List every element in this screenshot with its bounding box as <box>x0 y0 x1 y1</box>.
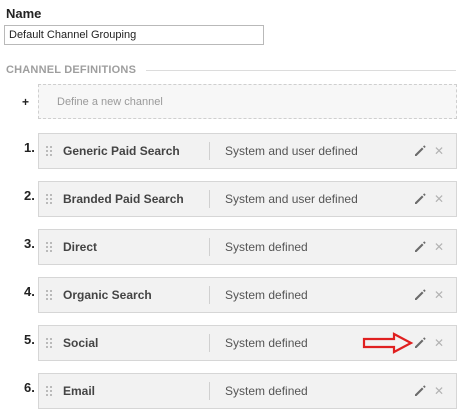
plus-icon: + <box>22 95 30 109</box>
column-divider <box>209 334 210 352</box>
pencil-icon[interactable] <box>413 336 427 350</box>
channel-number: 6. <box>24 380 35 395</box>
channel-name: Social <box>63 336 99 350</box>
column-divider <box>209 286 210 304</box>
column-divider <box>209 190 210 208</box>
close-icon[interactable]: ✕ <box>433 336 445 350</box>
close-icon[interactable]: ✕ <box>433 192 445 206</box>
channel-name: Email <box>63 384 96 398</box>
drag-handle-icon[interactable] <box>45 241 53 253</box>
close-icon[interactable]: ✕ <box>433 384 445 398</box>
drag-handle-icon[interactable] <box>45 145 53 157</box>
section-divider <box>146 69 456 71</box>
channel-number: 4. <box>24 284 35 299</box>
drag-handle-icon[interactable] <box>45 385 53 397</box>
define-new-channel-button[interactable]: Define a new channel <box>38 84 457 119</box>
name-label: Name <box>6 6 42 21</box>
pencil-icon[interactable] <box>413 240 427 254</box>
pencil-icon[interactable] <box>413 288 427 302</box>
close-icon[interactable]: ✕ <box>433 240 445 254</box>
channel-type: System defined <box>225 240 308 254</box>
channel-definitions-header: CHANNEL DEFINITIONS <box>6 64 456 76</box>
column-divider <box>209 382 210 400</box>
channel-type: System and user defined <box>225 144 358 158</box>
channel-item[interactable]: Organic Search System defined ✕ <box>38 277 457 313</box>
pencil-icon[interactable] <box>413 384 427 398</box>
channel-item[interactable]: Direct System defined ✕ <box>38 229 457 265</box>
drag-handle-icon[interactable] <box>45 337 53 349</box>
channel-row: 6. Email System defined ✕ <box>0 373 463 409</box>
channel-name: Direct <box>63 240 98 254</box>
channel-name: Generic Paid Search <box>63 144 180 158</box>
channel-type: System defined <box>225 384 308 398</box>
channel-row: 1. Generic Paid Search System and user d… <box>0 133 463 169</box>
channel-item[interactable]: Branded Paid Search System and user defi… <box>38 181 457 217</box>
column-divider <box>209 142 210 160</box>
name-field[interactable] <box>4 25 264 45</box>
channel-type: System and user defined <box>225 192 358 206</box>
channel-row: 4. Organic Search System defined ✕ <box>0 277 463 313</box>
drag-handle-icon[interactable] <box>45 289 53 301</box>
channel-row: 3. Direct System defined ✕ <box>0 229 463 265</box>
section-title: CHANNEL DEFINITIONS <box>6 64 137 76</box>
pencil-icon[interactable] <box>413 144 427 158</box>
close-icon[interactable]: ✕ <box>433 288 445 302</box>
channel-item[interactable]: Email System defined ✕ <box>38 373 457 409</box>
channel-name: Branded Paid Search <box>63 192 184 206</box>
channel-type: System defined <box>225 288 308 302</box>
channel-number: 1. <box>24 140 35 155</box>
pencil-icon[interactable] <box>413 192 427 206</box>
define-new-channel-label: Define a new channel <box>57 95 163 108</box>
channel-number: 2. <box>24 188 35 203</box>
channel-item[interactable]: Generic Paid Search System and user defi… <box>38 133 457 169</box>
channel-number: 5. <box>24 332 35 347</box>
column-divider <box>209 238 210 256</box>
red-arrow-icon <box>362 332 414 354</box>
channel-row: 2. Branded Paid Search System and user d… <box>0 181 463 217</box>
drag-handle-icon[interactable] <box>45 193 53 205</box>
close-icon[interactable]: ✕ <box>433 144 445 158</box>
channel-number: 3. <box>24 236 35 251</box>
channel-name: Organic Search <box>63 288 152 302</box>
